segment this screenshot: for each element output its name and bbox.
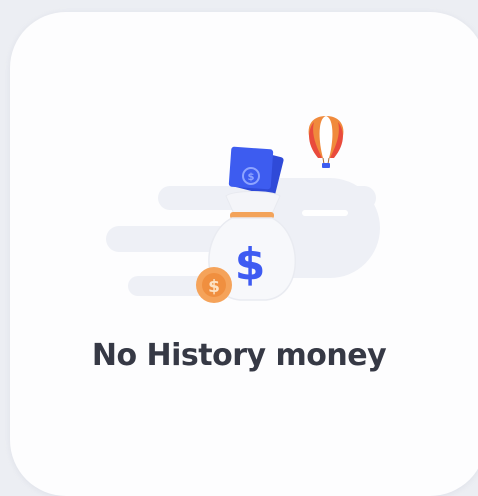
hot-air-balloon-icon: [308, 116, 344, 168]
empty-state-title: No History money: [91, 338, 387, 373]
svg-text:$: $: [248, 172, 255, 183]
coin-dollar-sign: $: [208, 277, 220, 297]
no-history-illustration: $ $ $: [106, 116, 380, 303]
bag-dollar-sign: $: [235, 239, 266, 290]
